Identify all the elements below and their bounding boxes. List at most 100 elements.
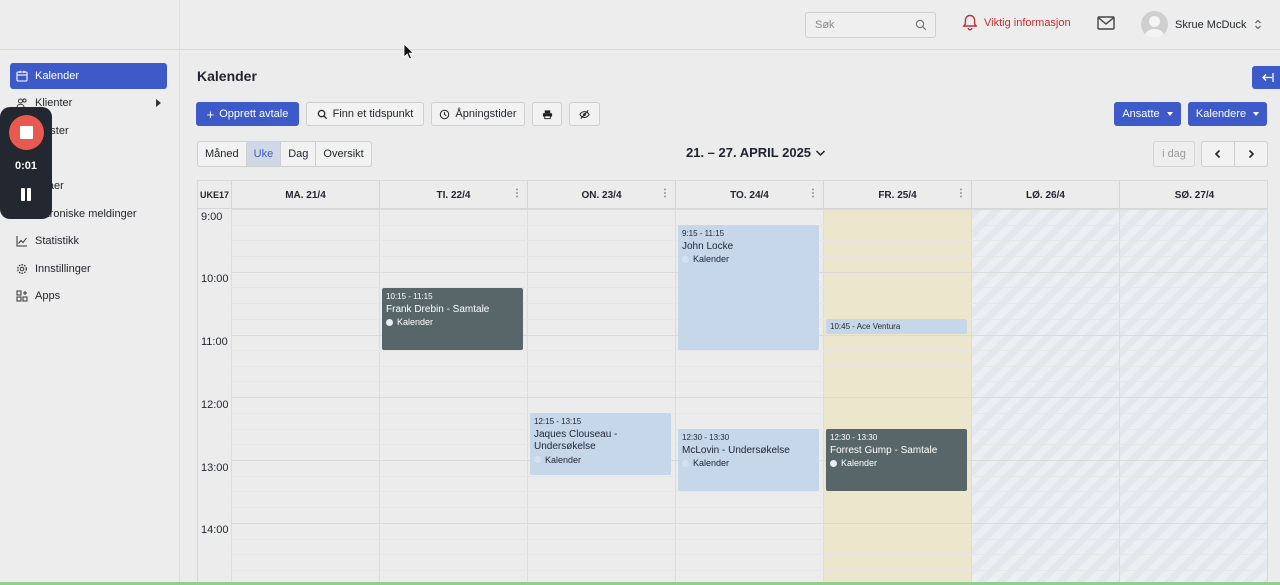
print-button[interactable] [532,102,562,126]
event-john-locke[interactable]: 9:15 - 11:15 John Locke Kalender [678,225,819,350]
event-title: Forrest Gump - Samtale [830,444,938,456]
find-time-button[interactable]: Finn et tidspunkt [306,102,424,126]
day-header-fri[interactable]: FR. 25/4 ⋮ [823,181,971,209]
search-input[interactable] [806,13,906,37]
event-ace-ventura[interactable]: 10:45 - Ace Ventura [826,319,967,334]
sidebar-item-settings[interactable]: Innstillinger [10,256,167,282]
calendar-header: UKE17 MA. 21/4 TI. 22/4 ⋮ ON. 23/4 ⋮ TO. 2… [198,181,1267,209]
gear-icon [17,264,27,274]
view-switcher: Måned Uke Dag Oversikt [197,141,372,167]
hour-line [231,209,1267,210]
today-button[interactable]: i dag [1153,141,1195,167]
search-box[interactable] [805,12,936,38]
sidebar-item-apps[interactable]: Apps [10,283,167,309]
mail-icon[interactable] [1097,15,1115,31]
more-options-icon[interactable]: ⋮ [956,189,966,199]
updown-chevron-icon [1254,19,1261,30]
quarter-line [231,350,1267,351]
page-title: Kalender [197,68,257,84]
week-navigation [1201,141,1268,167]
view-day[interactable]: Dag [281,142,317,166]
chevron-right-icon [1248,149,1255,159]
view-week[interactable]: Uke [246,142,282,166]
day-label: LØ. 26/4 [1026,189,1065,201]
calendar-dot-icon [682,459,689,467]
sidebar-item-label: Kalender [35,70,80,82]
next-week-button[interactable] [1235,142,1267,166]
hide-button[interactable] [569,102,600,126]
view-overview[interactable]: Oversikt [316,142,370,166]
print-icon [542,109,552,119]
event-jaques-clouseau[interactable]: 12:15 - 13:15 Jaques Clouseau - Undersøk… [530,413,671,475]
sidebar-item-calendar[interactable]: Kalender [10,63,167,89]
event-frank-drebin[interactable]: 10:15 - 11:15 Frank Drebin - Samtale Kal… [382,288,523,350]
day-header-sun[interactable]: SØ. 27/4 [1119,181,1267,209]
hour-label: 12:00 [201,399,229,411]
important-info-link[interactable]: Viktig informasjon [962,14,1071,31]
day-label: MA. 21/4 [285,189,326,201]
day-label: TI. 22/4 [436,189,471,201]
chevron-left-icon [1214,149,1221,159]
quarter-line [231,491,1267,492]
calendar-dot-icon [386,318,393,326]
quarter-line [231,539,1267,540]
opening-hours-button[interactable]: Åpningstider [431,102,525,126]
pause-icon[interactable] [20,188,32,201]
quarter-line [231,366,1267,367]
avatar [1141,11,1168,38]
sidebar-item-statistics[interactable]: Statistikk [10,228,167,254]
event-time: 12:15 - 13:15 [534,417,582,426]
hour-label: 9:00 [201,211,223,223]
sidebar-item-label: Apps [35,290,61,302]
day-label: SØ. 27/4 [1174,189,1215,201]
day-header-tue[interactable]: TI. 22/4 ⋮ [379,181,527,209]
calendar-dot-icon [534,456,541,464]
chart-icon [16,236,27,247]
search-icon[interactable] [915,19,927,31]
event-title: John Locke [682,240,734,252]
event-calendar: Kalender [545,454,582,465]
event-title: McLovin - Undersøkelse [682,444,790,456]
event-calendar: Kalender [693,254,730,264]
day-header-thu[interactable]: TO. 24/4 ⋮ [675,181,823,209]
user-menu[interactable]: Skrue McDuck [1141,11,1262,38]
event-title: Frank Drebin - Samtale [386,303,490,315]
bell-icon [962,14,978,31]
view-month[interactable]: Måned [198,142,247,166]
caret-down-icon [1166,112,1173,116]
user-name: Skrue McDuck [1175,18,1247,31]
hour-label: 10:00 [201,273,229,285]
previous-week-button[interactable] [1202,142,1235,166]
event-calendar: Kalender [397,317,434,327]
expand-arrow-icon[interactable] [156,99,161,107]
recording-time: 0:01 [14,160,38,172]
collapse-arrow-icon [1262,73,1274,82]
more-options-icon[interactable]: ⋮ [808,189,818,199]
sidebar-item-label: Innstillinger [35,263,91,275]
event-forrest-gump[interactable]: 12:30 - 13:30 Forrest Gump - Samtale Kal… [826,429,967,491]
day-header-wed[interactable]: ON. 23/4 ⋮ [527,181,675,209]
event-calendar: Kalender [841,458,878,468]
find-time-label: Finn et tidspunkt [332,108,414,120]
day-header-sat[interactable]: LØ. 26/4 [971,181,1119,209]
quarter-line [231,570,1267,571]
plus-icon: + [206,106,215,122]
calendars-dropdown[interactable]: Kalendere [1188,102,1267,126]
date-range-picker[interactable]: 21. – 27. APRIL 2025 [686,145,826,160]
mouse-cursor-icon [403,43,415,60]
day-header-mon[interactable]: MA. 21/4 [231,181,379,209]
create-appointment-button[interactable]: + Opprett avtale [196,102,299,126]
more-options-icon[interactable]: ⋮ [512,189,522,199]
logo-area [0,0,180,50]
week-number: UKE17 [199,190,229,200]
week-calendar: UKE17 MA. 21/4 TI. 22/4 ⋮ ON. 23/4 ⋮ TO. 2… [197,180,1268,585]
staff-label: Ansatte [1122,108,1160,120]
collapse-panel-button[interactable] [1252,66,1280,89]
staff-dropdown[interactable]: Ansatte [1114,102,1181,126]
stop-recording-button[interactable] [9,115,44,150]
chevron-down-icon [816,149,826,156]
event-title: Ace Ventura [856,322,901,331]
day-label: FR. 25/4 [878,189,917,201]
event-mclovin[interactable]: 12:30 - 13:30 McLovin - Undersøkelse Kal… [678,429,819,491]
more-options-icon[interactable]: ⋮ [660,189,670,199]
